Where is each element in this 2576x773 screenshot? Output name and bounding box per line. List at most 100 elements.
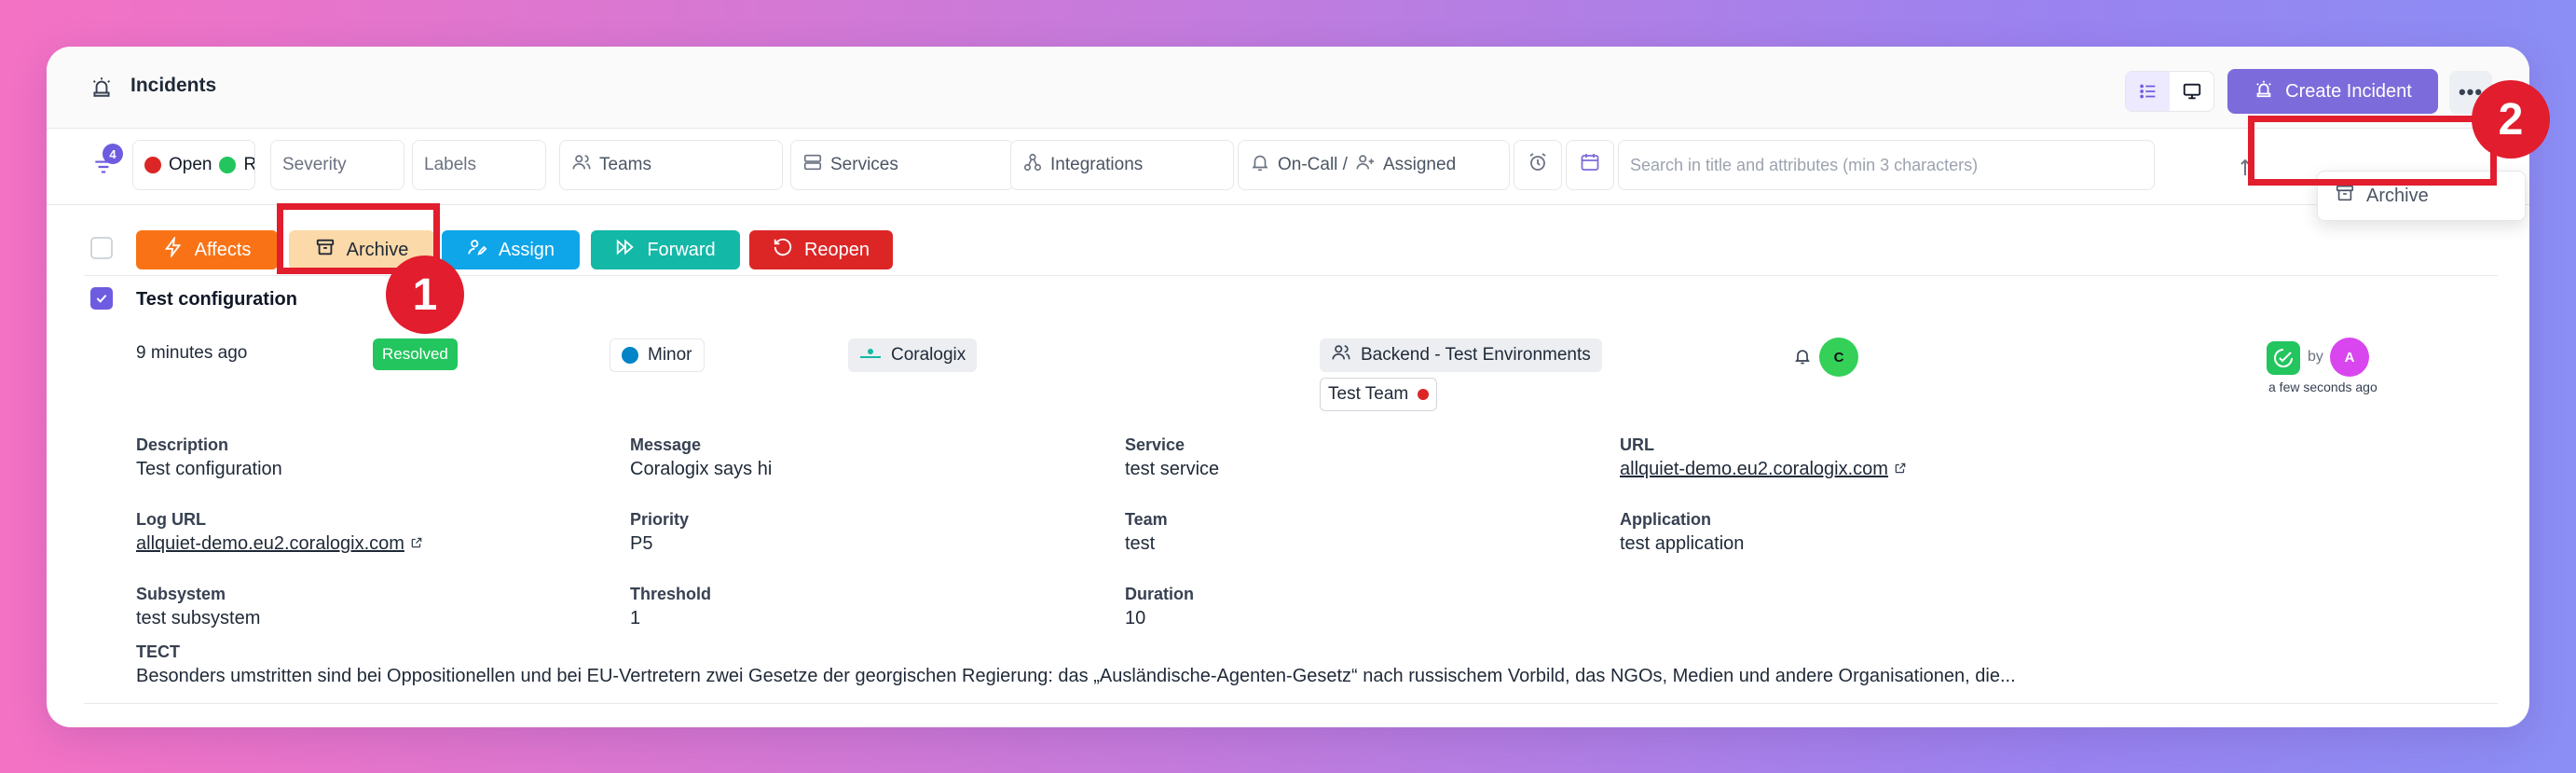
user-plus-icon: [1355, 152, 1376, 178]
integration-label: Coralogix: [891, 345, 966, 365]
service-value: test service: [1125, 459, 1220, 479]
status-resolved-label: Re: [243, 155, 255, 174]
incident-checkbox[interactable]: [90, 287, 113, 310]
threshold-value: 1: [630, 608, 641, 628]
resolver-avatar[interactable]: A: [2330, 338, 2369, 377]
oncall-assigned-filter[interactable]: On-Call / Assigned: [1238, 140, 1510, 190]
forward-button[interactable]: Forward: [591, 230, 740, 269]
team-test-label: Test Team: [1328, 384, 1409, 404]
teams-filter[interactable]: Teams: [559, 140, 783, 190]
create-incident-button[interactable]: Create Incident: [2227, 69, 2438, 114]
threshold-label: Threshold: [630, 585, 712, 603]
create-incident-label: Create Incident: [2285, 80, 2412, 102]
calendar-icon: [1579, 151, 1601, 179]
filter-count-badge: 4: [103, 144, 123, 164]
reopen-label: Reopen: [803, 239, 870, 260]
external-link-icon: [1894, 459, 1907, 479]
team-label: Team: [1125, 510, 1168, 529]
incidents-card: Incidents Create Incident ••• 4 Open R S…: [47, 47, 2529, 727]
url-link[interactable]: allquiet-demo.eu2.coralogix.com: [1620, 459, 1888, 479]
severity-badge: Minor: [610, 338, 705, 372]
resolved-status-dot: [219, 157, 237, 173]
affects-label: Affects: [194, 239, 252, 260]
description-value: Test configuration: [136, 459, 282, 479]
logurl-link-row[interactable]: allquiet-demo.eu2.coralogix.com: [136, 533, 423, 555]
annotation-step-1: 1: [386, 255, 464, 334]
assign-label: Assign: [498, 239, 555, 260]
coralogix-logo-icon: [859, 345, 882, 366]
tect-value: Besonders umstritten sind bei Opposition…: [136, 666, 2016, 686]
page-title: Incidents: [130, 75, 217, 96]
tect-label: TECT: [136, 642, 180, 661]
affects-button[interactable]: Affects: [136, 230, 278, 269]
priority-label: Priority: [630, 510, 690, 529]
message-value: Coralogix says hi: [630, 459, 773, 479]
status-badge: Resolved: [373, 338, 458, 370]
alarm-filter-button[interactable]: [1514, 140, 1562, 190]
rotate-ccw-icon: [773, 237, 793, 263]
team-badge-test: Test Team: [1320, 378, 1438, 411]
incident-time: 9 minutes ago: [136, 343, 248, 363]
severity-label: Minor: [648, 345, 692, 365]
monitor-view-icon[interactable]: [2170, 72, 2213, 111]
users-icon: [1331, 342, 1351, 368]
divider: [84, 703, 2498, 704]
application-value: test application: [1620, 533, 1745, 554]
view-toggle[interactable]: [2125, 71, 2214, 112]
status-open-label: Open: [169, 155, 212, 174]
external-link-icon: [410, 533, 423, 554]
zap-icon: [163, 235, 184, 263]
users-icon: [571, 152, 592, 178]
oncall-avatar[interactable]: C: [1819, 338, 1858, 377]
severity-filter[interactable]: Severity: [270, 140, 404, 190]
team-value: test: [1125, 533, 1156, 554]
resolved-by-label: by: [2308, 349, 2323, 365]
incident-title[interactable]: Test configuration: [136, 289, 297, 311]
resolved-time: a few seconds ago: [2268, 380, 2377, 394]
priority-value: P5: [630, 533, 653, 554]
services-filter[interactable]: Services: [790, 140, 1014, 190]
status-filter[interactable]: Open Re: [132, 140, 255, 190]
service-label: Service: [1125, 435, 1185, 454]
forward-label: Forward: [647, 239, 716, 260]
severity-dot: [622, 347, 638, 364]
resolved-check-icon: [2267, 341, 2300, 375]
bell-icon: [1793, 347, 1812, 370]
logurl-link[interactable]: allquiet-demo.eu2.coralogix.com: [136, 533, 404, 554]
duration-label: Duration: [1125, 585, 1194, 603]
subsystem-value: test subsystem: [136, 608, 261, 628]
user-pen-icon: [467, 237, 487, 263]
assign-button[interactable]: Assign: [442, 230, 580, 269]
team-backend-label: Backend - Test Environments: [1361, 345, 1591, 365]
search-input[interactable]: Search in title and attributes (min 3 ch…: [1618, 140, 2155, 190]
alarm-clock-icon: [1527, 151, 1549, 179]
labels-filter[interactable]: Labels: [412, 140, 546, 190]
integrations-filter[interactable]: Integrations: [1010, 140, 1234, 190]
archive-icon: [2335, 183, 2355, 209]
select-all-checkbox[interactable]: [90, 237, 113, 259]
reopen-button[interactable]: Reopen: [749, 230, 893, 269]
url-label: URL: [1620, 435, 1654, 454]
message-label: Message: [630, 435, 702, 454]
dropdown-archive-label: Archive: [2366, 185, 2429, 206]
logurl-label: Log URL: [136, 510, 206, 529]
integrations-filter-label: Integrations: [1050, 155, 1144, 174]
filter-bar: 4 Open Re Severity Labels Teams Services…: [47, 129, 2529, 205]
page-header: Incidents Create Incident •••: [47, 47, 2529, 129]
open-status-dot: [144, 157, 161, 173]
integration-badge: Coralogix: [848, 338, 978, 372]
oncall-label: On-Call /: [1278, 155, 1348, 174]
siren-icon: [2254, 78, 2274, 104]
teams-filter-label: Teams: [599, 155, 651, 174]
integrations-icon: [1022, 152, 1043, 178]
url-link-row[interactable]: allquiet-demo.eu2.coralogix.com: [1620, 459, 1907, 480]
subsystem-label: Subsystem: [136, 585, 226, 603]
list-view-icon[interactable]: [2126, 72, 2170, 111]
annotation-step-2: 2: [2472, 80, 2550, 159]
date-filter-button[interactable]: [1566, 140, 1614, 190]
server-icon: [802, 152, 823, 178]
annotation-box-dropdown: [2248, 116, 2497, 186]
team-status-dot: [1418, 389, 1430, 400]
duration-value: 10: [1125, 608, 1146, 628]
services-filter-label: Services: [830, 155, 898, 174]
